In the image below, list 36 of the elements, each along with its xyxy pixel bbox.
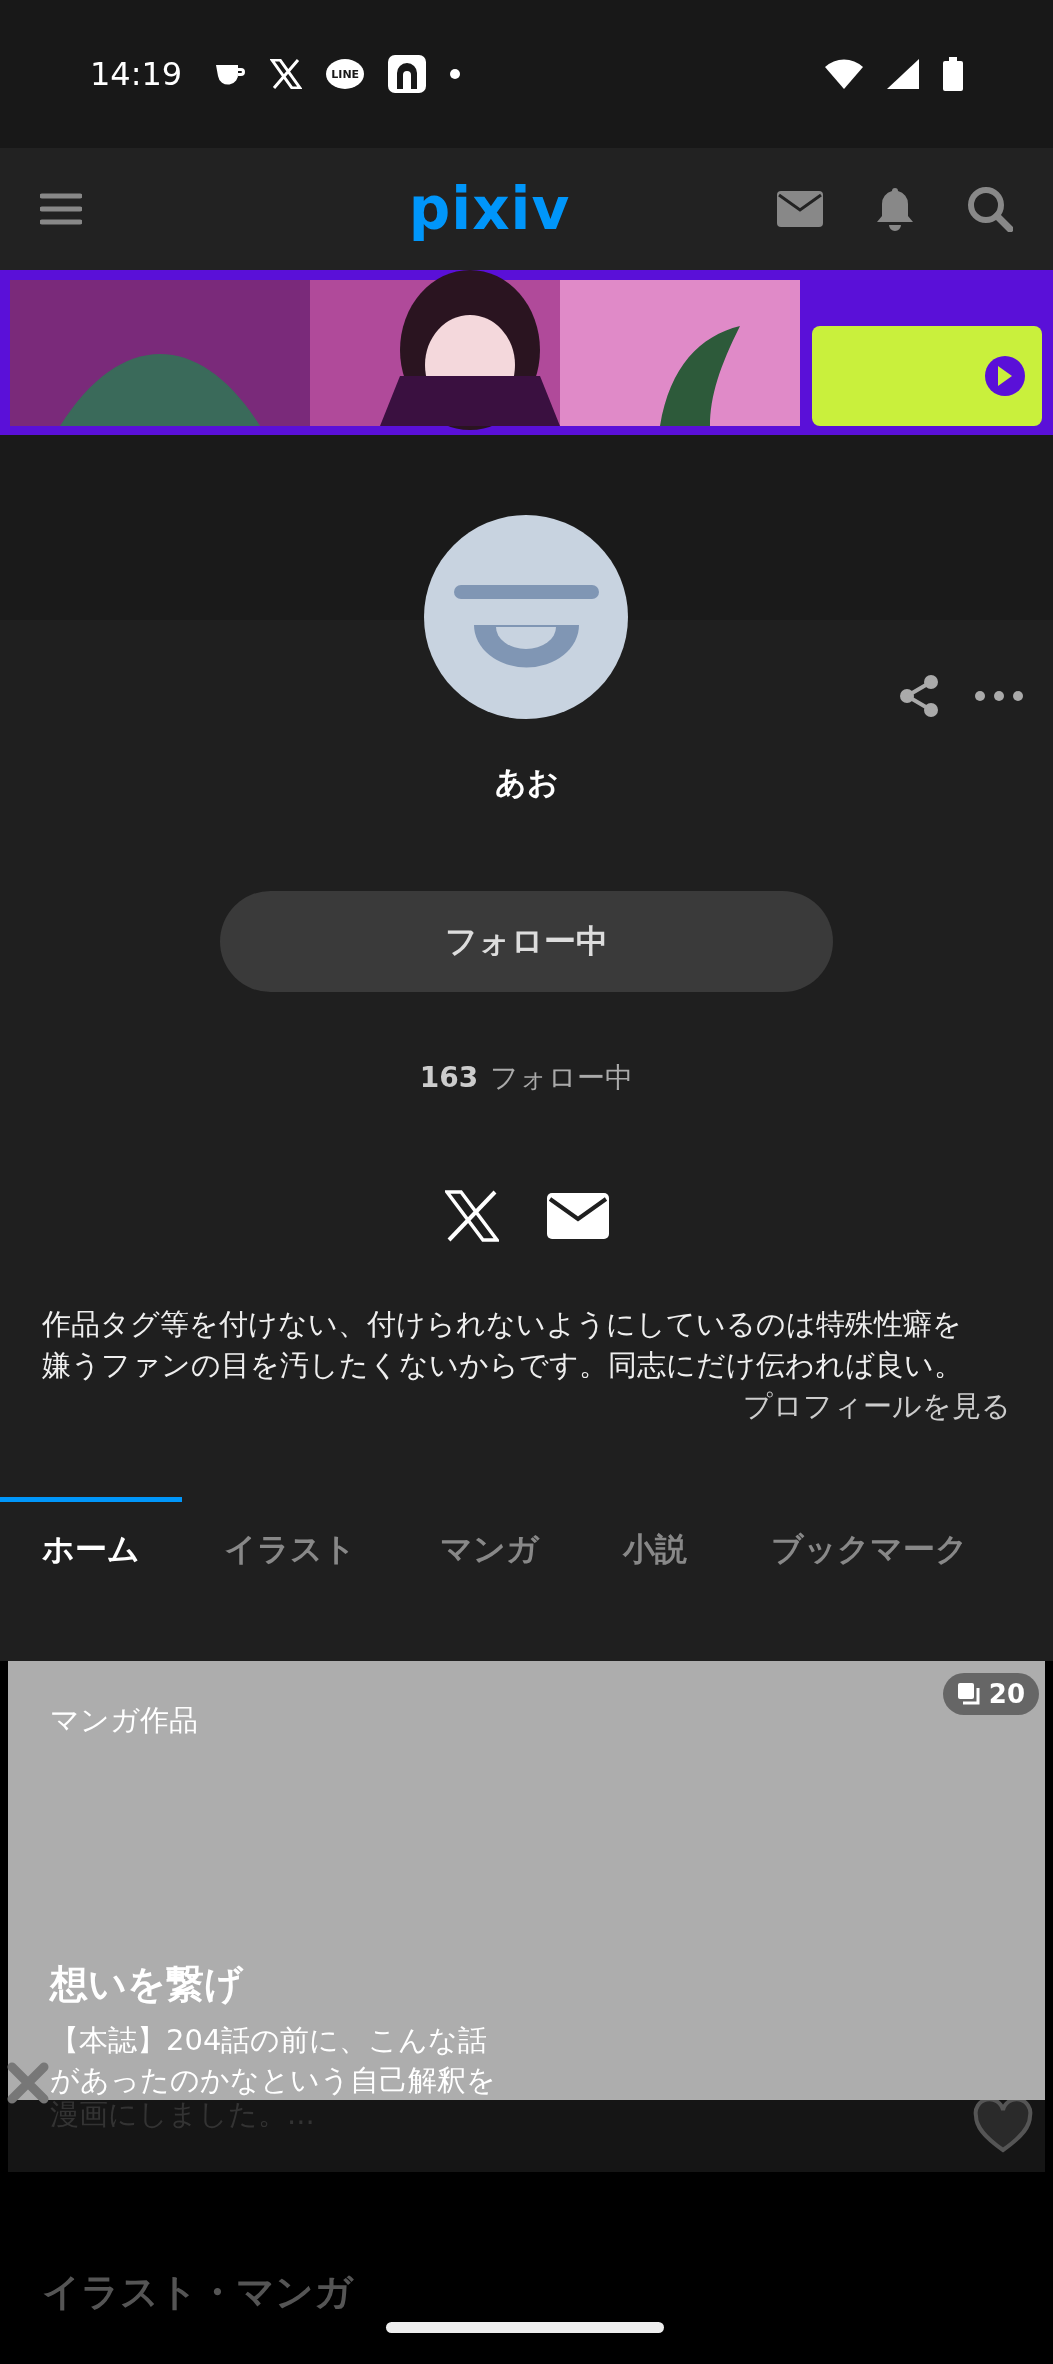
wifi-icon — [825, 59, 863, 89]
pages-icon — [956, 1682, 981, 1706]
artwork-card[interactable]: マンガ作品 20 想いを繋げ 【本誌】204話の前に、こんな話 があったのかなという自己解釈を — [8, 1661, 1045, 2100]
close-icon[interactable] — [6, 2061, 50, 2105]
profile-link[interactable]: プロフィールを見る — [743, 1386, 1011, 1427]
card-description: があったのかなという自己解釈を — [50, 2062, 497, 2099]
x-logo-icon — [270, 59, 303, 89]
more-icon[interactable] — [975, 691, 1023, 701]
profile-tab[interactable]: 小説 — [581, 1497, 729, 1612]
battery-icon — [943, 57, 963, 91]
menu-icon[interactable] — [40, 193, 82, 225]
section-heading: イラスト・マンガ — [41, 2269, 355, 2316]
user-name: あお — [494, 763, 559, 802]
page-count: 20 — [988, 1679, 1025, 1709]
profile-tab[interactable]: ブックマーク — [729, 1497, 1010, 1612]
search-icon[interactable] — [967, 186, 1013, 232]
app-icon — [388, 55, 427, 93]
dot-icon — [450, 69, 461, 79]
profile-tab[interactable]: マンガ — [398, 1497, 581, 1612]
share-icon[interactable] — [899, 675, 939, 717]
heart-icon[interactable] — [973, 2100, 1033, 2154]
mail-icon[interactable] — [546, 1193, 609, 1239]
follow-button[interactable]: フォロー中 — [220, 891, 833, 992]
following-count[interactable]: 163 — [419, 1061, 479, 1094]
x-logo-icon[interactable] — [444, 1190, 499, 1242]
card-description: 【本誌】204話の前に、こんな話 — [50, 2022, 489, 2059]
profile-bio: 作品タグ等を付けない、付けられないようにしているのは特殊性癖を嫌うファンの目を汚したくないからです。同志にだけ伝われば良い。 — [42, 1306, 964, 1384]
cup-icon — [214, 62, 247, 86]
profile-tab[interactable]: イラスト — [182, 1497, 398, 1612]
following-label[interactable]: フォロー中 — [490, 1059, 634, 1097]
profile-tab[interactable]: ホーム — [0, 1497, 182, 1612]
status-time: 14:19 — [90, 55, 183, 93]
bell-icon[interactable] — [875, 186, 915, 232]
signal-icon — [887, 59, 919, 89]
card-category: マンガ作品 — [50, 1702, 199, 1739]
card-title: 想いを繋げ — [50, 1961, 245, 2008]
